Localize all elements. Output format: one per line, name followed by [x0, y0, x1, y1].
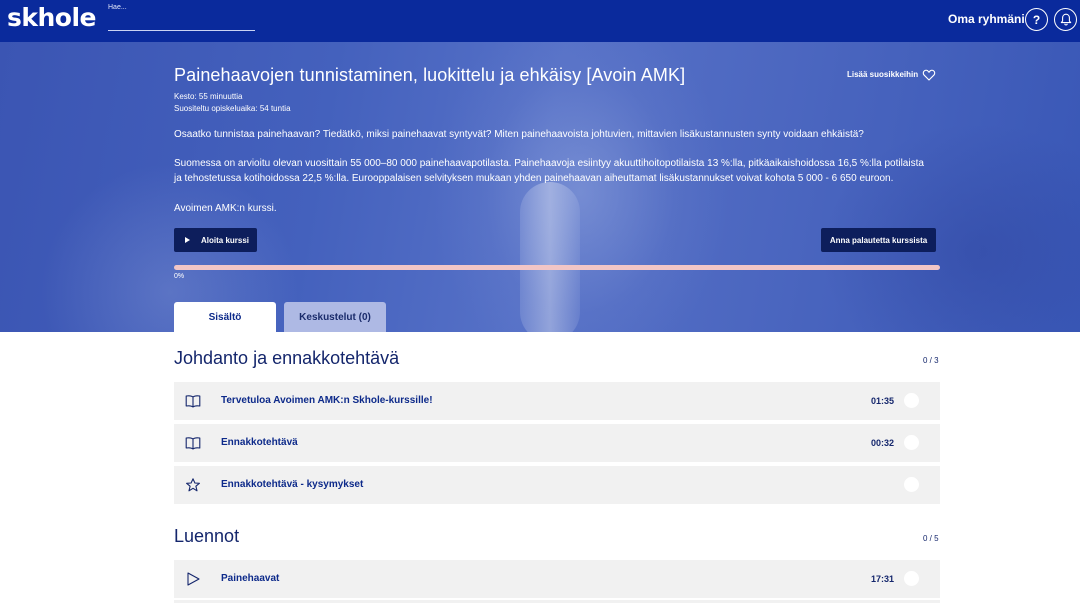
notifications-button[interactable] [1054, 8, 1077, 31]
search-box[interactable]: Hae... [108, 4, 255, 31]
lesson-duration: 01:35 [870, 396, 894, 406]
section-progress-count: 0 / 5 [923, 534, 939, 543]
course-description-stats: Suomessa on arvioitu olevan vuosittain 5… [174, 158, 924, 184]
skhole-logo[interactable]: skhole [7, 3, 97, 32]
lesson-title: Tervetuloa Avoimen AMK:n Skhole-kurssill… [221, 395, 433, 406]
section-title-lectures: Luennot [174, 526, 240, 546]
recommended-study-time: Suositeltu opiskeluaika: 54 tuntia [174, 104, 291, 113]
bell-icon [1060, 13, 1071, 26]
start-course-button[interactable]: Aloita kurssi [174, 228, 257, 252]
completion-indicator [904, 571, 919, 586]
heart-icon[interactable] [922, 68, 936, 82]
course-duration: Kesto: 55 minuuttia [174, 92, 243, 101]
course-title: Painehaavojen tunnistaminen, luokittelu … [174, 65, 686, 85]
lesson-row[interactable]: Painehaavat 17:31 [174, 560, 940, 598]
tab-discussions[interactable]: Keskustelut (0) [284, 302, 386, 332]
completion-indicator [904, 477, 919, 492]
search-input[interactable] [108, 4, 255, 30]
lesson-title: Ennakkotehtävä [221, 437, 298, 448]
course-feedback-button[interactable]: Anna palautetta kurssista [821, 228, 936, 252]
tab-content[interactable]: Sisältö [174, 302, 276, 332]
course-progress-text: 0% [174, 273, 185, 280]
book-icon [185, 395, 201, 408]
search-label: Hae... [108, 4, 127, 11]
add-to-favorites-link[interactable]: Lisää suosikkeihin [847, 70, 918, 79]
completion-indicator [904, 393, 919, 408]
course-progress-bar [174, 265, 940, 270]
book-icon [185, 437, 201, 450]
lesson-row[interactable]: Tervetuloa Avoimen AMK:n Skhole-kurssill… [174, 382, 940, 420]
lesson-duration: 00:32 [870, 438, 894, 448]
hero-background-shade [820, 122, 1080, 332]
course-hero: Painehaavojen tunnistaminen, luokittelu … [0, 42, 1080, 332]
course-description-note: Avoimen AMK:n kurssi. [174, 203, 277, 214]
lesson-row[interactable]: Ennakkotehtävä 00:32 [174, 424, 940, 462]
section-title-intro: Johdanto ja ennakkotehtävä [174, 348, 400, 368]
section-progress-count: 0 / 3 [923, 356, 939, 365]
star-icon [186, 478, 200, 492]
play-icon [187, 572, 200, 586]
start-course-label: Aloita kurssi [201, 235, 250, 245]
completion-indicator [904, 435, 919, 450]
course-description-intro: Osaatko tunnistaa painehaavan? Tiedätkö,… [174, 129, 864, 140]
top-bar: skhole Hae... Oma ryhmäni ? [0, 0, 1080, 42]
help-button[interactable]: ? [1025, 8, 1048, 31]
help-icon: ? [1032, 12, 1041, 27]
lesson-title: Painehaavat [221, 573, 280, 584]
play-icon [185, 237, 190, 243]
lesson-title: Ennakkotehtävä - kysymykset [221, 479, 364, 490]
my-groups-link[interactable]: Oma ryhmäni [948, 12, 1025, 26]
lesson-duration: 17:31 [870, 574, 894, 584]
lesson-row[interactable]: Ennakkotehtävä - kysymykset [174, 466, 940, 504]
